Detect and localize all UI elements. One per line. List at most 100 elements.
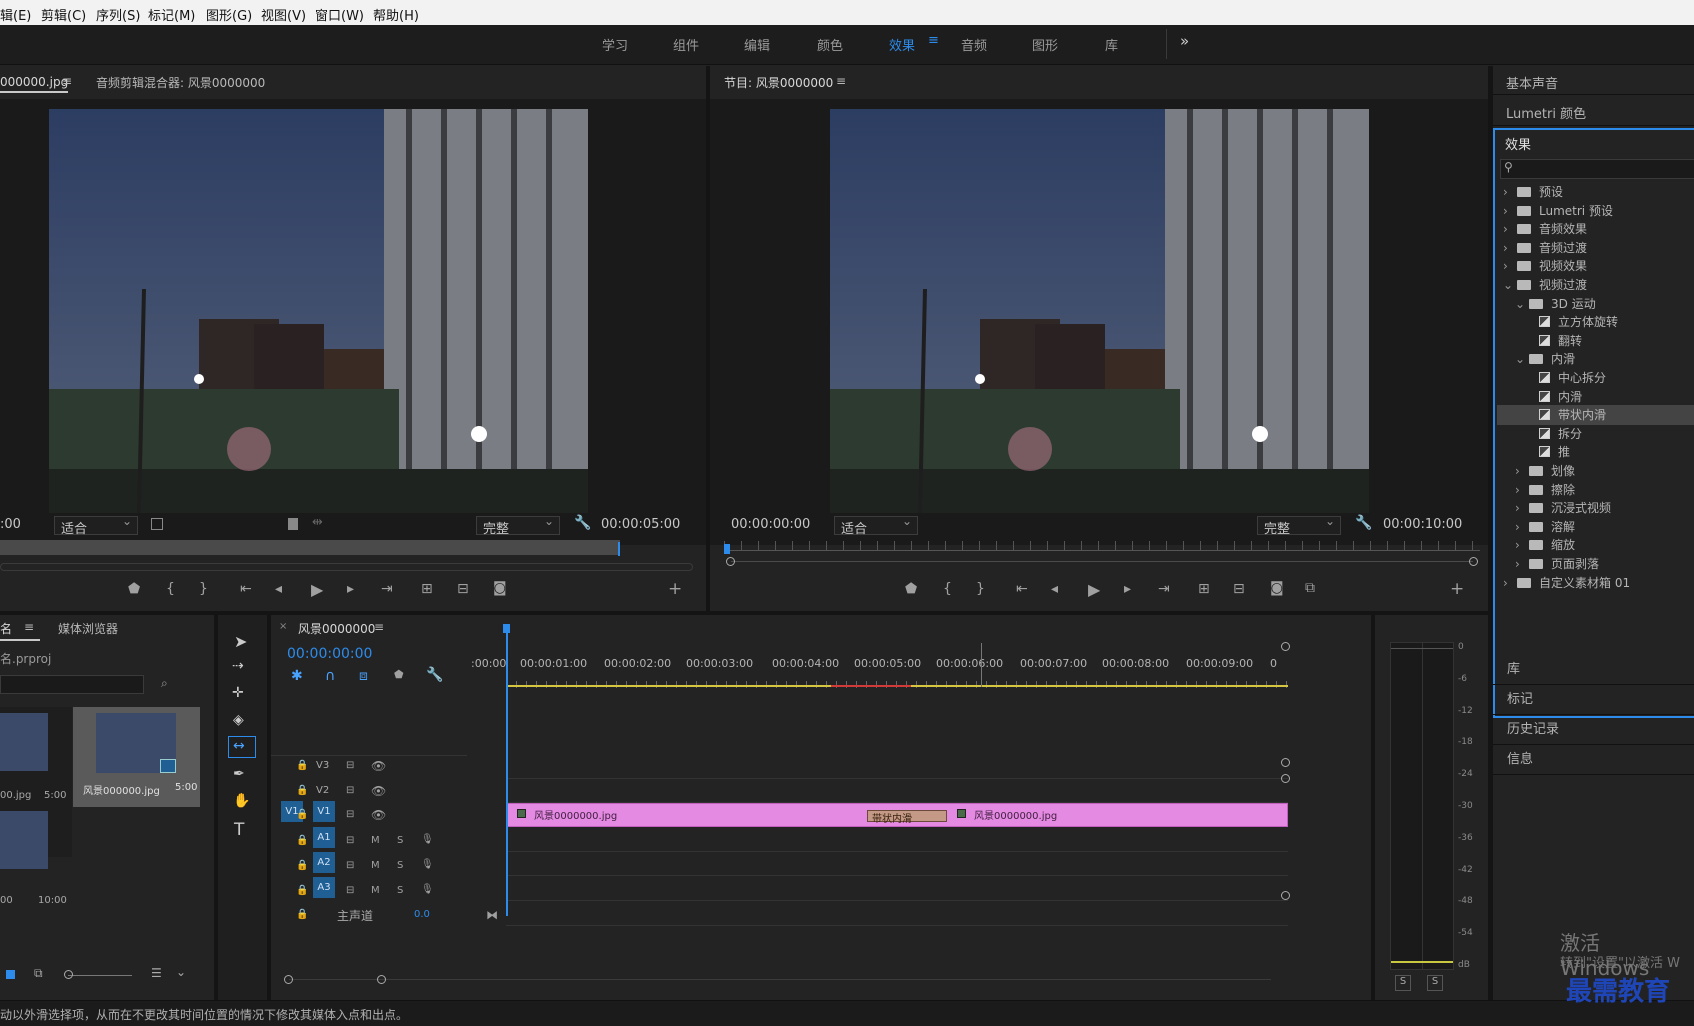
a3-mic-icon[interactable]: 🎙 — [421, 884, 434, 895]
program-step-back-icon[interactable]: ◂ — [1051, 581, 1058, 597]
playhead-handle[interactable] — [503, 624, 510, 633]
track-a1-label[interactable]: A1 — [313, 827, 335, 848]
source-mark-out-icon[interactable]: } — [199, 581, 208, 597]
timeline-tab[interactable]: 风景0000000 — [298, 620, 375, 637]
effect-item[interactable]: 拆分 — [1539, 424, 1582, 444]
effect-item[interactable]: 翻转 — [1539, 331, 1582, 351]
workspace-menu-icon[interactable]: ≡ — [928, 33, 939, 48]
chevron-right-icon[interactable]: › — [1503, 573, 1517, 593]
solo-left-button[interactable]: S — [1395, 975, 1411, 991]
a3-sync-icon[interactable]: ⊟ — [346, 885, 354, 896]
ripple-edit-tool-icon[interactable]: ✛ — [232, 685, 244, 701]
program-settings-wrench-icon[interactable]: 🔧 — [1355, 515, 1372, 531]
selection-tool-icon[interactable]: ➤ — [234, 632, 247, 651]
chevron-right-icon[interactable]: › — [1503, 238, 1517, 258]
program-time-ruler[interactable] — [724, 541, 1480, 551]
icon-view-icon[interactable]: ⧉ — [34, 966, 43, 981]
workspace-learn[interactable]: 学习 — [602, 35, 628, 54]
effect-folder[interactable]: › 缩放 — [1515, 535, 1575, 555]
program-export-frame-icon[interactable]: ◙ — [1270, 580, 1284, 596]
project-item-2[interactable]: 风景000000.jpg 5:00 — [73, 707, 200, 807]
source-tab[interactable]: 000000.jpg — [0, 75, 69, 93]
a2-sync-icon[interactable]: ⊟ — [346, 860, 354, 871]
source-drag-video-icon[interactable]: ⇹ — [312, 515, 323, 530]
timeline-zoom-bar[interactable] — [289, 979, 1271, 980]
a-scroll-handle[interactable] — [1281, 891, 1290, 900]
program-quality-select[interactable]: 完整 — [1257, 514, 1341, 537]
effect-folder[interactable]: › 音频效果 — [1503, 219, 1587, 239]
effect-item[interactable]: 带状内滑 — [1497, 405, 1694, 426]
source-go-to-in-icon[interactable]: ⇤ — [240, 581, 252, 597]
close-tab-icon[interactable]: × — [279, 621, 287, 632]
v1-eye-icon[interactable]: 👁 — [371, 808, 386, 822]
linked-selection-icon[interactable]: ⧈ — [359, 668, 368, 684]
razor-tool-icon[interactable]: ◈ — [233, 712, 244, 728]
program-play-icon[interactable]: ▶ — [1088, 580, 1100, 599]
program-zoom-handle-left[interactable] — [726, 557, 735, 566]
effect-item[interactable]: 中心拆分 — [1539, 368, 1606, 388]
a3-solo-button[interactable]: S — [397, 885, 403, 896]
source-playhead[interactable] — [618, 542, 620, 556]
track-a2-label[interactable]: A2 — [313, 852, 335, 873]
menu-edit[interactable]: 辑(E) — [0, 5, 31, 24]
source-go-to-out-icon[interactable]: ⇥ — [381, 581, 393, 597]
v1-sync-icon[interactable]: ⊟ — [346, 809, 354, 820]
pen-tool-icon[interactable]: ✒ — [233, 766, 245, 782]
timeline-settings-wrench-icon[interactable]: 🔧 — [426, 667, 443, 683]
effect-folder[interactable]: › 预设 — [1503, 182, 1563, 202]
a-scroll-handle[interactable] — [1281, 774, 1290, 783]
effect-folder[interactable]: › 音频过渡 — [1503, 238, 1587, 258]
menu-view[interactable]: 视图(V) — [261, 5, 306, 24]
program-mark-in-icon[interactable]: { — [943, 581, 952, 597]
chevron-right-icon[interactable]: › — [1515, 498, 1529, 518]
workspace-libraries[interactable]: 库 — [1105, 35, 1118, 54]
slider-handle[interactable] — [64, 970, 73, 979]
source-fit-select[interactable]: 适合 — [54, 514, 138, 537]
program-zoom-handle-right[interactable] — [1469, 557, 1478, 566]
a2-mute-button[interactable]: M — [371, 860, 380, 871]
a2-solo-button[interactable]: S — [397, 860, 403, 871]
history-panel-tab[interactable]: 历史记录 — [1507, 718, 1559, 737]
source-insert-icon[interactable] — [288, 518, 298, 530]
chevron-right-icon[interactable]: › — [1503, 182, 1517, 202]
list-view-icon[interactable] — [6, 970, 15, 979]
program-playhead[interactable] — [724, 544, 730, 554]
v2-eye-icon[interactable]: 👁 — [371, 784, 386, 798]
program-button-editor-icon[interactable]: + — [1450, 579, 1464, 599]
solo-right-button[interactable]: S — [1427, 975, 1443, 991]
a3-mute-button[interactable]: M — [371, 885, 380, 896]
source-scroll-bar[interactable] — [0, 563, 693, 571]
add-marker-icon[interactable]: ⬟ — [394, 668, 404, 681]
program-step-forward-icon[interactable]: ▸ — [1124, 581, 1131, 597]
source-quality-select[interactable]: 完整 — [476, 514, 560, 537]
v3-lock-icon[interactable]: 🔒 — [296, 760, 308, 771]
program-compare-view-icon[interactable]: ⧉ — [1305, 580, 1315, 596]
slip-tool-button[interactable]: ↔ — [228, 736, 256, 758]
menu-sequence[interactable]: 序列(S) — [96, 5, 140, 24]
source-overwrite-button-icon[interactable]: ⊟ — [457, 581, 469, 597]
track-select-tool-icon[interactable]: ⇢ — [232, 658, 244, 674]
program-zoom-scroll-bar[interactable] — [731, 561, 1473, 562]
program-fit-select[interactable]: 适合 — [834, 514, 918, 537]
chevron-right-icon[interactable]: › — [1503, 256, 1517, 276]
master-lock-icon[interactable]: 🔒 — [296, 909, 308, 920]
v2-lock-icon[interactable]: 🔒 — [296, 785, 308, 796]
program-lift-icon[interactable]: ⊞ — [1198, 581, 1210, 597]
effect-folder[interactable]: › 页面剥落 — [1515, 554, 1599, 574]
transition-block[interactable]: 带状内滑 — [867, 810, 947, 825]
v1-lock-icon[interactable]: 🔒 — [296, 809, 308, 820]
type-tool-icon[interactable]: T — [234, 820, 244, 840]
effect-folder[interactable]: › 自定义素材箱 01 — [1503, 573, 1630, 593]
chevron-right-icon[interactable]: › — [1515, 461, 1529, 481]
v-scroll-handle[interactable] — [1281, 642, 1290, 651]
effect-item[interactable]: 推 — [1539, 442, 1570, 462]
source-mark-in-icon[interactable]: { — [166, 581, 175, 597]
menu-graphics[interactable]: 图形(G) — [206, 5, 252, 24]
chevron-down-icon[interactable]: ⌄ — [1503, 275, 1517, 295]
new-search-bin-icon[interactable]: ⌕ — [161, 676, 168, 691]
a1-lock-icon[interactable]: 🔒 — [296, 835, 308, 846]
program-extract-icon[interactable]: ⊟ — [1233, 581, 1245, 597]
chevron-right-icon[interactable]: › — [1515, 517, 1529, 537]
source-insert-button-icon[interactable]: ⊞ — [421, 581, 433, 597]
menu-marker[interactable]: 标记(M) — [148, 5, 195, 24]
